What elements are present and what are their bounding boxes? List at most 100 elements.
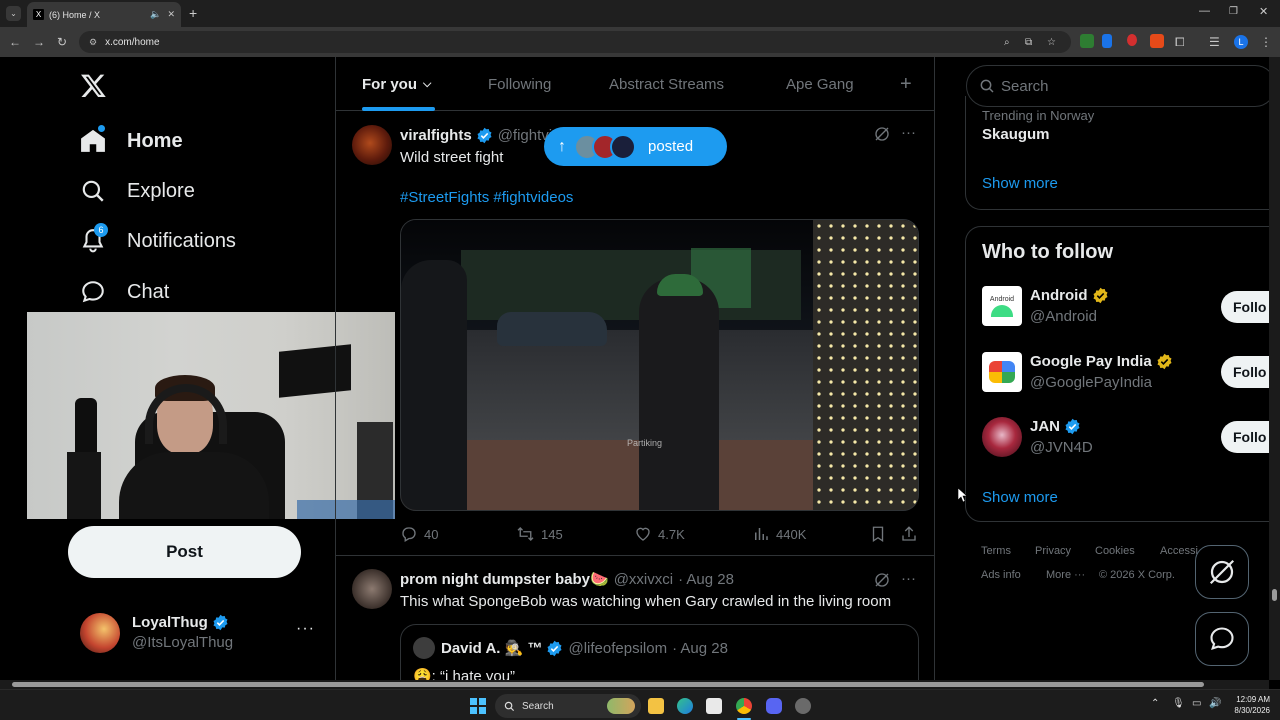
follow-suggestion-google-pay[interactable]: Google Pay India @GooglePayIndia <box>982 352 1202 394</box>
horizontal-scrollbar[interactable] <box>0 680 1269 689</box>
tab-close-icon[interactable]: ✕ <box>167 9 175 20</box>
restore-window-icon[interactable]: ❐ <box>1229 6 1238 17</box>
follow-suggestion-jan[interactable]: JAN @JVN4D <box>982 417 1202 459</box>
x-logo-icon[interactable] <box>80 72 107 99</box>
trend-context: Trending in Norway <box>982 108 1095 123</box>
who-to-follow-show-more[interactable]: Show more <box>982 489 1058 506</box>
nav-home[interactable]: Home <box>80 121 183 161</box>
profile-avatar-icon[interactable]: L <box>1234 35 1248 49</box>
bookmark-star-icon[interactable]: ☆ <box>1047 37 1056 48</box>
trend-topic[interactable]: Skaugum <box>982 126 1050 143</box>
tweet-avatar[interactable] <box>352 125 392 165</box>
nav-notifications[interactable]: 6 Notifications <box>80 221 236 261</box>
taskbar-clock[interactable]: 12:09 AM 8/30/2026 <box>1228 694 1270 716</box>
bookmark-icon[interactable] <box>869 525 887 543</box>
tweet-video[interactable]: Partiking <box>400 219 919 511</box>
footer-more[interactable]: More ··· <box>1046 569 1085 581</box>
footer-cookies[interactable]: Cookies <box>1095 545 1135 557</box>
close-window-icon[interactable]: ✕ <box>1259 5 1268 18</box>
reload-icon[interactable]: ↻ <box>57 34 67 50</box>
reading-list-icon[interactable]: ☰ <box>1209 34 1220 50</box>
chrome-icon[interactable] <box>736 698 752 714</box>
account-switcher[interactable]: LoyalThug @ItsLoyalThug ··· <box>80 612 320 654</box>
tab-list-button[interactable]: ⌄ <box>6 6 21 21</box>
follow-suggestion-android[interactable]: Android Android @Android <box>982 286 1202 328</box>
vertical-scrollbar[interactable] <box>1269 57 1280 680</box>
nav-explore[interactable]: Explore <box>80 171 195 211</box>
new-posts-pill[interactable]: ↑ posted <box>544 127 727 166</box>
horizontal-scrollbar-thumb[interactable] <box>12 682 1204 687</box>
minimize-window-icon[interactable]: — <box>1199 5 1210 17</box>
like-action[interactable]: 4.7K <box>634 525 685 543</box>
cast-icon[interactable]: ⧉ <box>1025 37 1032 48</box>
follow-handle: @Android <box>1030 308 1097 325</box>
search-highlight-icon <box>607 698 635 714</box>
tweet-viralfights[interactable]: viralfights @fightvi Wild street fight #… <box>336 111 934 556</box>
tweet-prom-night[interactable]: prom night dumpster baby🍉 @xxivxci · Aug… <box>336 557 934 680</box>
post-button[interactable]: Post <box>68 526 301 578</box>
zoom-icon[interactable]: ⌕ <box>1004 37 1010 48</box>
network-icon[interactable]: ▭ <box>1192 698 1201 709</box>
tweet-author-name[interactable]: prom night dumpster baby🍉 <box>400 570 609 588</box>
tweet-date[interactable]: · Aug 28 <box>678 571 734 588</box>
browser-menu-icon[interactable]: ⋮ <box>1260 34 1272 50</box>
edge-icon[interactable] <box>677 698 693 714</box>
tweet-hashtags[interactable]: #StreetFights #fightvideos <box>400 189 573 206</box>
speaker-icon[interactable]: 🔈 <box>150 9 161 20</box>
grok-icon[interactable] <box>873 125 891 143</box>
grok-floating-button[interactable] <box>1195 545 1249 599</box>
search-icon <box>80 178 106 204</box>
tweet-more-icon[interactable]: ··· <box>901 570 916 587</box>
extension-red-icon[interactable] <box>1150 34 1164 48</box>
views-action[interactable]: 440K <box>752 525 806 543</box>
extension-ublock-icon[interactable] <box>1080 34 1094 48</box>
tray-chevron-icon[interactable]: ⌃ <box>1151 698 1159 709</box>
back-icon[interactable]: ← <box>9 34 21 50</box>
more-dots-icon[interactable]: ··· <box>296 620 315 638</box>
search-icon <box>504 701 515 711</box>
tab-ape-gang[interactable]: Ape Gang <box>786 76 854 93</box>
taskbar-search[interactable]: Search <box>495 694 641 718</box>
reply-action[interactable]: 40 <box>400 525 438 543</box>
browser-tab-home[interactable]: X (6) Home / X 🔈 ✕ <box>27 2 181 27</box>
trending-show-more[interactable]: Show more <box>982 175 1058 192</box>
extension-record-icon[interactable] <box>1127 34 1137 46</box>
repost-action[interactable]: 145 <box>516 525 563 543</box>
messages-floating-button[interactable] <box>1195 612 1249 666</box>
footer-accessibility[interactable]: Accessi <box>1160 545 1198 557</box>
tab-for-you[interactable]: For you ⌵ <box>362 76 431 93</box>
extension-translate-icon[interactable] <box>1102 34 1112 48</box>
volume-icon[interactable]: 🔊 <box>1209 698 1221 709</box>
extensions-puzzle-icon[interactable]: ⧠ <box>1175 34 1185 50</box>
forward-icon[interactable]: → <box>33 34 45 50</box>
share-icon[interactable] <box>900 525 918 543</box>
settings-gear-icon[interactable] <box>795 698 811 714</box>
add-tab-plus-icon[interactable]: + <box>900 73 912 96</box>
tweet-avatar[interactable] <box>352 569 392 609</box>
start-tile-4 <box>479 707 486 714</box>
quote-tweet[interactable]: David A. 🕵 ™ @lifeofepsilom · Aug 28 😩: … <box>400 624 919 680</box>
address-bar[interactable]: ⚙ x.com/home ⌕ ⧉ ☆ <box>79 31 1071 53</box>
tweet-more-icon[interactable]: ··· <box>901 124 916 141</box>
new-tab-button[interactable]: + <box>189 5 197 21</box>
tweet-author-name[interactable]: viralfights <box>400 127 472 144</box>
store-icon[interactable] <box>706 698 722 714</box>
footer-ads-info[interactable]: Ads info <box>981 569 1021 581</box>
nav-chat[interactable]: Chat <box>80 272 169 312</box>
verified-gold-badge-icon <box>1157 353 1172 370</box>
tab-abstract-streams[interactable]: Abstract Streams <box>609 76 724 93</box>
footer-terms[interactable]: Terms <box>981 545 1011 557</box>
grok-icon[interactable] <box>873 571 891 589</box>
search-placeholder: Search <box>1001 77 1049 95</box>
file-explorer-icon[interactable] <box>648 698 664 714</box>
tweet-author-handle[interactable]: @xxivxci <box>614 571 673 588</box>
site-info-icon[interactable]: ⚙ <box>89 37 97 48</box>
nav-chat-label: Chat <box>127 280 170 303</box>
discord-icon[interactable] <box>766 698 782 714</box>
tab-following[interactable]: Following <box>488 76 551 93</box>
microphone-icon[interactable]: 🎙 <box>1172 698 1185 709</box>
video-person-center <box>639 278 719 510</box>
footer-privacy[interactable]: Privacy <box>1035 545 1071 557</box>
windows-start-icon[interactable] <box>470 698 486 714</box>
vertical-scrollbar-thumb[interactable] <box>1272 589 1277 601</box>
